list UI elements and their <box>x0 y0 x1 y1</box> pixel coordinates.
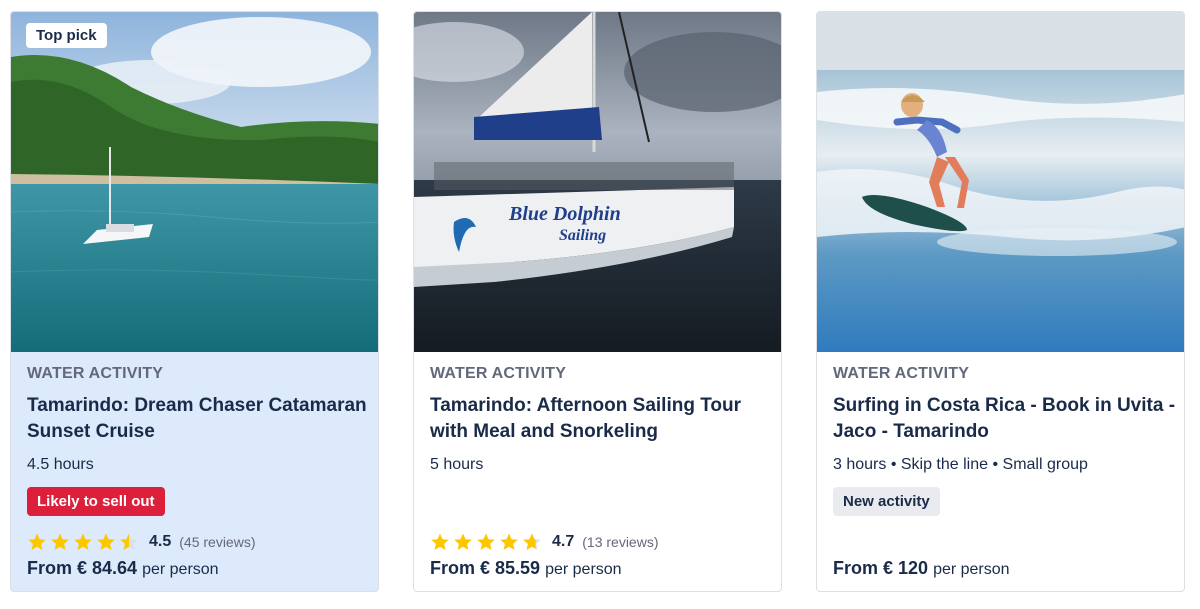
star-icon <box>500 533 518 550</box>
boat-name-text: Blue Dolphin <box>508 203 621 225</box>
star-rating <box>430 532 542 552</box>
price-unit: per person <box>933 561 1010 578</box>
activity-photo-surfing <box>817 12 1184 352</box>
activity-card-surfing[interactable]: WATER ACTIVITY Surfing in Costa Rica - B… <box>816 11 1185 592</box>
star-icon <box>454 533 472 550</box>
category-label: WATER ACTIVITY <box>430 365 567 382</box>
star-icon <box>431 533 449 550</box>
price-value: From € 85.59 <box>430 558 541 578</box>
star-icon <box>28 533 46 550</box>
rating-value: 4.7 <box>552 533 575 550</box>
rating-row: 4.7 (13 reviews) <box>430 532 659 552</box>
star-icon <box>51 533 69 550</box>
price-unit: per person <box>545 561 622 578</box>
price-row: From € 84.64 per person <box>27 558 219 579</box>
boat-subtitle-text: Sailing <box>559 227 606 244</box>
likely-to-sell-out-badge: Likely to sell out <box>27 487 165 516</box>
activity-title[interactable]: Tamarindo: Afternoon Sailing Tour with M… <box>430 393 775 445</box>
activity-photo-sailing: Blue Dolphin Sailing <box>414 12 781 352</box>
activity-title[interactable]: Tamarindo: Dream Chaser Catamaran Sunset… <box>27 393 372 445</box>
star-rating <box>27 532 139 552</box>
duration-text: 3 hours • Skip the line • Small group <box>833 456 1088 473</box>
review-count: (45 reviews) <box>179 534 256 550</box>
price-value: From € 120 <box>833 558 929 578</box>
duration-text: 5 hours <box>430 456 484 473</box>
star-icon <box>477 533 495 550</box>
activity-card-catamaran[interactable]: Top pick WATER ACTIVITY Tamarindo: Dream… <box>10 11 379 592</box>
activity-title[interactable]: Surfing in Costa Rica - Book in Uvita - … <box>833 393 1178 445</box>
rating-row: 4.5 (45 reviews) <box>27 532 256 552</box>
price-row: From € 85.59 per person <box>430 558 622 579</box>
activity-card-sailing[interactable]: Blue Dolphin Sailing WATER ACTIVITY Tama… <box>413 11 782 592</box>
star-icon <box>120 533 138 550</box>
price-value: From € 84.64 <box>27 558 138 578</box>
star-icon <box>97 533 115 550</box>
review-count: (13 reviews) <box>582 534 659 550</box>
category-label: WATER ACTIVITY <box>833 365 970 382</box>
price-row: From € 120 per person <box>833 558 1010 579</box>
rating-value: 4.5 <box>149 533 172 550</box>
star-icon <box>74 533 92 550</box>
price-unit: per person <box>142 561 219 578</box>
activity-photo-catamaran <box>11 12 378 352</box>
category-label: WATER ACTIVITY <box>27 365 164 382</box>
duration-text: 4.5 hours <box>27 456 94 473</box>
new-activity-badge: New activity <box>833 487 940 516</box>
star-icon <box>523 533 541 550</box>
top-pick-badge: Top pick <box>26 23 107 48</box>
